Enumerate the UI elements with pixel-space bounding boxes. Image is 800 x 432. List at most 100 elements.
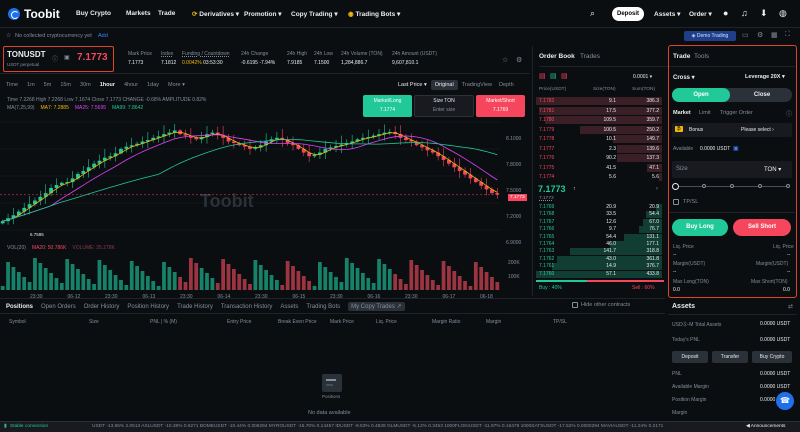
positions-tab[interactable]: Trade History [177,304,213,310]
precision-select[interactable]: 0.0001 ▾ [633,74,652,80]
view-tradingview[interactable]: TradingView [462,82,492,88]
slider-stop[interactable] [758,184,762,188]
ask-row[interactable]: 7.1774 5.6 5.6 [536,173,662,181]
layout-icon[interactable]: ▭ [742,31,749,39]
bid-row[interactable]: 7.1764 46.0 177.1 [536,241,662,248]
nav-trade[interactable]: Trade [158,10,175,17]
book-view-bids-icon[interactable]: ▤ [550,72,557,80]
tf-1m[interactable]: 1m [27,82,35,88]
tf-1day[interactable]: 1day [147,82,159,88]
size-input[interactable]: Size TON ▾ [672,161,792,178]
bid-row[interactable]: 7.1767 12.6 67.0 [536,218,662,226]
search-icon[interactable]: ⌕ [590,8,595,19]
price-chart[interactable]: Toobit 8.10007.80007.50007.20006.9000200… [0,112,530,300]
grid-icon[interactable]: ▦ [771,31,778,39]
tab-trades[interactable]: Trades [580,53,600,60]
book-view-asks-icon[interactable]: ▤ [561,72,568,80]
bid-row[interactable]: 7.1766 9.7 76.7 [536,226,662,234]
bid-row[interactable]: 7.1762 43.0 361.8 [536,255,662,263]
order-type-trigger[interactable]: Trigger Order [720,110,753,116]
slider-stop[interactable] [702,184,706,188]
hide-contracts-checkbox[interactable] [572,302,578,308]
fullscreen-icon[interactable]: ⛶ [785,31,790,39]
sell-short-button[interactable]: Sell Short [733,219,791,236]
order-type-market[interactable]: Market [673,110,691,116]
nav-order[interactable]: Order ▾ [689,10,712,18]
ask-row[interactable]: 7.1777 2.3 139.6 [536,144,662,153]
slider-stop[interactable] [730,184,734,188]
ask-row[interactable]: 7.1775 41.5 47.1 [536,163,662,172]
bid-row[interactable]: 7.1768 33.5 54.4 [536,211,662,219]
ask-row[interactable]: 7.1776 90.2 137.3 [536,154,662,162]
positions-tab[interactable]: Trading Bots [306,304,340,310]
nav-assets[interactable]: Assets ▾ [654,10,680,18]
tf-30m[interactable]: 30m [80,82,91,88]
nav-derivatives[interactable]: ⟳ Derivatives ▾ [192,10,239,18]
demo-trading-button[interactable]: ◈ Demo Trading [684,31,736,41]
last-price-select[interactable]: Last Price ▾ [398,82,427,88]
positions-tab[interactable]: Assets [280,304,298,310]
support-chat-icon[interactable]: ☎ [776,392,794,410]
assets-buy-crypto-button[interactable]: Buy Crypto [752,351,792,363]
download-icon[interactable]: ⬇ [760,8,768,19]
tf-more[interactable]: More ▾ [168,82,185,88]
tab-trade[interactable]: Trade [673,53,690,60]
bid-row[interactable]: 7.1765 54.4 131.1 [536,233,662,241]
bid-row[interactable]: 7.1760 57.1 433.8 [536,270,662,278]
slider-stop[interactable] [786,184,790,188]
nav-trading-bots[interactable]: ◉ Trading Bots ▾ [348,10,400,18]
tf-1hour[interactable]: 1hour [100,82,115,88]
nav-buy-crypto[interactable]: Buy Crypto [76,10,111,17]
positions-tab[interactable]: Open Orders [41,304,76,310]
announcements-link[interactable]: ◀ Announcements [746,422,785,432]
settings-icon[interactable]: ⚙ [757,31,763,39]
positions-tab[interactable]: Position History [127,304,169,310]
close-tab-button[interactable]: Close [732,88,792,102]
ask-row[interactable]: 7.1780 109.5 359.7 [536,116,662,124]
nav-copy-trading[interactable]: Copy Trading ▾ [291,10,338,18]
tab-order-book[interactable]: Order Book [539,53,575,60]
view-depth[interactable]: Depth [499,82,514,88]
order-type-limit[interactable]: Limit [699,110,711,116]
positions-tab[interactable]: My Copy Trades ↗ [348,302,405,311]
transfer-icon[interactable]: ▣ [733,145,739,152]
bid-row[interactable]: 7.1763 141.7 318.8 [536,248,662,256]
buy-long-button[interactable]: Buy Long [672,219,728,236]
logo[interactable]: Toobit [8,7,60,21]
tab-tools[interactable]: Tools [694,53,709,60]
star-icon[interactable]: ☆ [6,32,11,39]
ticker-tape[interactable]: USDT -13.65% 2.0513 AXLUSDT -10.38% 0.62… [92,422,712,432]
bell-icon[interactable]: ♫ [741,8,748,18]
bid-row[interactable]: 7.1769 20.9 20.9 [536,204,662,211]
ask-row[interactable]: 7.1779 100.5 250.2 [536,125,662,134]
bid-row[interactable]: 7.1761 14.9 376.7 [536,263,662,271]
info-icon[interactable]: ⓘ [52,54,58,63]
view-original[interactable]: Original [430,80,458,90]
positions-tab[interactable]: Positions [6,304,33,310]
leverage-select[interactable]: Leverage 20X ▾ [745,74,785,80]
order-type-info-icon[interactable]: ⓘ [786,109,792,118]
positions-tab[interactable]: Order History [84,304,120,310]
favorites-add-link[interactable]: Add [98,33,108,39]
open-tab-button[interactable]: Open [672,88,730,102]
tf-time[interactable]: Time [6,82,18,88]
assets-toggle-icon[interactable]: ⇄ [788,303,793,310]
size-unit-select[interactable]: TON ▾ [764,166,781,173]
tpsl-checkbox[interactable] [673,199,679,205]
positions-tab[interactable]: Transaction History [221,304,272,310]
ask-row[interactable]: 7.1778 10.1 149.7 [536,135,662,143]
pair-selector[interactable]: TONUSDT USDT perpetual ⓘ ▣ 7.1773 [3,46,114,72]
bonus-select[interactable]: ₿ Bonus Please select › [672,123,792,137]
size-slider-thumb[interactable] [672,183,679,190]
nav-markets[interactable]: Markets [126,10,151,17]
book-view-both-icon[interactable]: ▤ [539,72,546,80]
user-icon[interactable]: ● [723,8,728,18]
tf-15m[interactable]: 15m [60,82,71,88]
ob-more-icon[interactable]: › [656,186,658,192]
note-icon[interactable]: ▣ [64,54,70,61]
assets-deposit-button[interactable]: Deposit [672,351,708,363]
deposit-button[interactable]: Deposit [612,7,644,21]
ask-row[interactable]: 7.1781 17.5 377.2 [536,106,662,115]
star-favorite-icon[interactable]: ☆ [502,56,508,64]
nav-promotion[interactable]: Promotion ▾ [244,10,282,18]
